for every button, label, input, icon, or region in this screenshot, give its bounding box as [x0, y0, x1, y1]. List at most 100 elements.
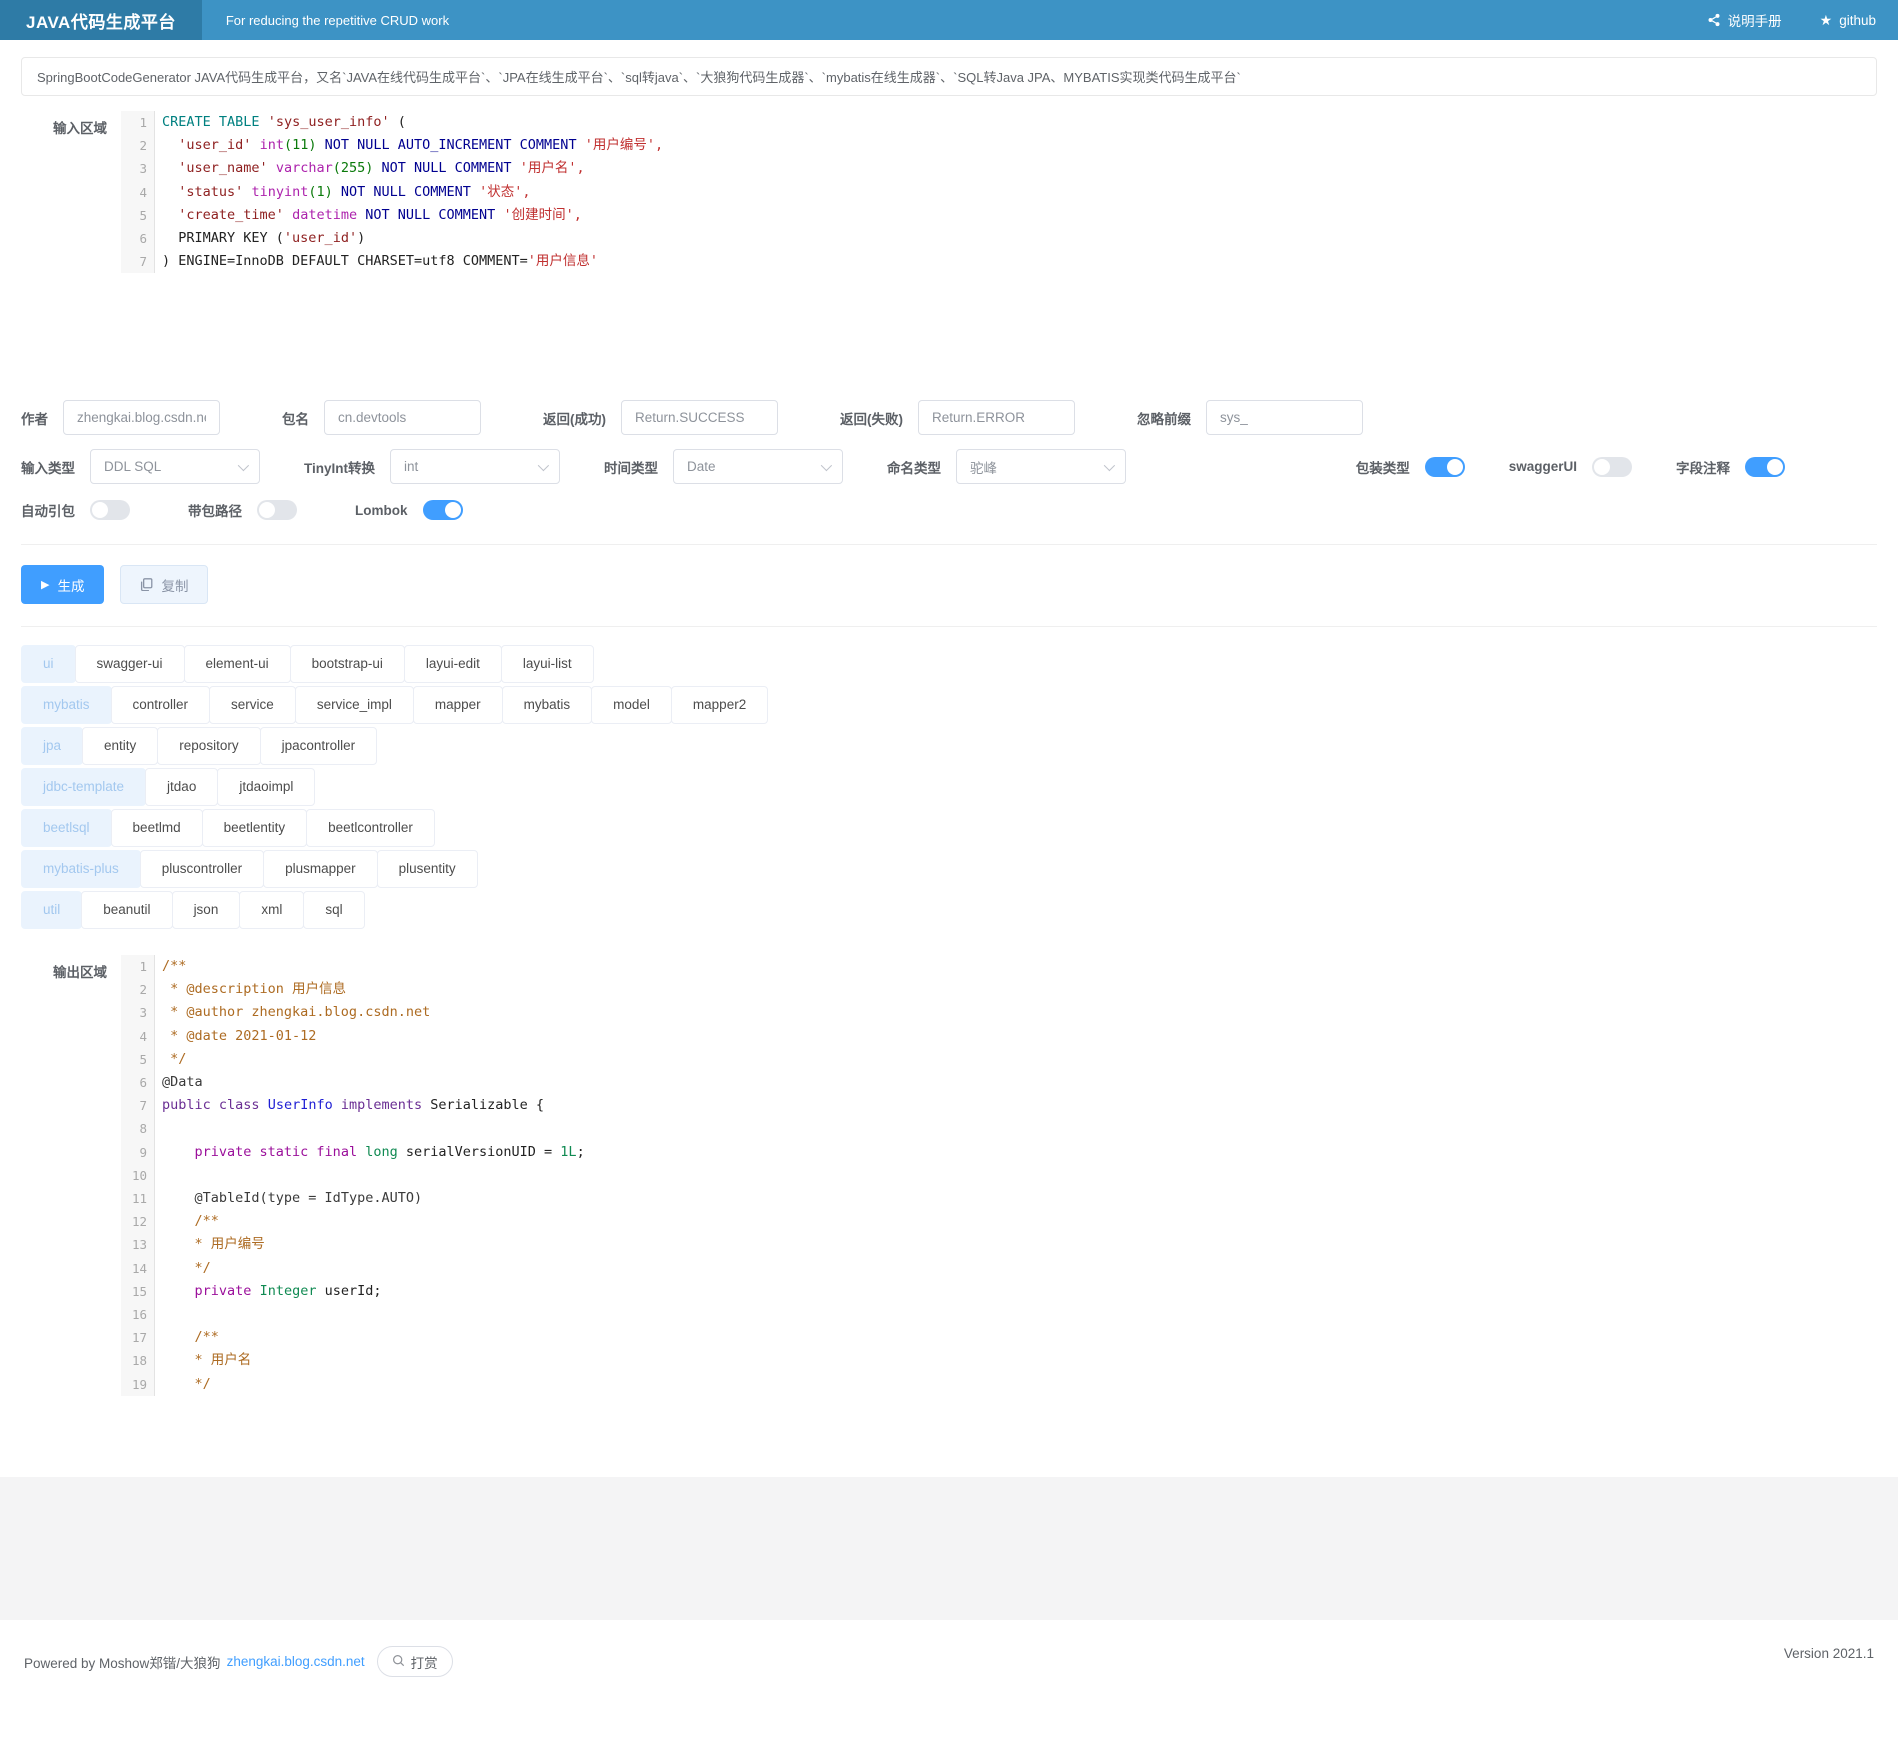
return-success-label: 返回(成功) — [543, 408, 606, 428]
tinyint-convert-label: TinyInt转换 — [304, 457, 375, 477]
with-package-path-toggle[interactable] — [257, 500, 297, 520]
tab-layui-edit[interactable]: layui-edit — [404, 645, 502, 683]
tab-repository[interactable]: repository — [157, 727, 260, 765]
code-text: CREATE TABLE 'sys_user_info' ( — [155, 111, 406, 134]
tab-sql[interactable]: sql — [303, 891, 364, 929]
naming-type-select[interactable]: 驼峰 — [956, 449, 1126, 484]
return-error-input[interactable] — [918, 400, 1075, 435]
tab-beetlcontroller[interactable]: beetlcontroller — [306, 809, 435, 847]
return-success-input[interactable] — [621, 400, 778, 435]
input-type-select[interactable]: DDL SQL — [90, 449, 260, 484]
input-editor[interactable]: 1CREATE TABLE 'sys_user_info' (2 'user_i… — [121, 111, 1877, 379]
code-line: 12 /** — [121, 1210, 1877, 1233]
tab-lead-mybatis-plus[interactable]: mybatis-plus — [21, 850, 141, 888]
github-link[interactable]: ★ github — [1820, 12, 1876, 29]
line-number: 2 — [121, 978, 155, 1001]
tab-lead-jdbc-template[interactable]: jdbc-template — [21, 768, 146, 806]
code-text: private static final long serialVersionU… — [155, 1141, 585, 1164]
code-line: 9 private static final long serialVersio… — [121, 1141, 1877, 1164]
wrap-type-toggle[interactable] — [1425, 457, 1465, 477]
line-number: 1 — [121, 955, 155, 978]
tab-controller[interactable]: controller — [111, 686, 211, 724]
code-text: 'create_time' datetime NOT NULL COMMENT … — [155, 204, 582, 227]
code-line: 5 'create_time' datetime NOT NULL COMMEN… — [121, 204, 1877, 227]
tab-layui-list[interactable]: layui-list — [501, 645, 594, 683]
share-icon — [1707, 13, 1721, 27]
tab-model[interactable]: model — [591, 686, 672, 724]
code-text — [155, 1117, 170, 1140]
package-input[interactable] — [324, 400, 481, 435]
code-text: * 用户编号 — [155, 1233, 265, 1256]
tab-bootstrap-ui[interactable]: bootstrap-ui — [290, 645, 405, 683]
tab-entity[interactable]: entity — [82, 727, 158, 765]
form-row-3: 自动引包 带包路径 Lombok — [21, 500, 1877, 520]
code-text: */ — [155, 1048, 186, 1071]
donate-button[interactable]: 打赏 — [377, 1646, 453, 1677]
tab-json[interactable]: json — [172, 891, 241, 929]
line-number: 1 — [121, 111, 155, 134]
tab-beetlmd[interactable]: beetlmd — [111, 809, 203, 847]
code-line: 7public class UserInfo implements Serial… — [121, 1094, 1877, 1117]
swagger-ui-toggle[interactable] — [1592, 457, 1632, 477]
tab-element-ui[interactable]: element-ui — [184, 645, 291, 683]
tab-beetlentity[interactable]: beetlentity — [202, 809, 308, 847]
tab-service_impl[interactable]: service_impl — [295, 686, 414, 724]
line-number: 2 — [121, 134, 155, 157]
copy-icon — [140, 578, 153, 591]
code-line: 3 'user_name' varchar(255) NOT NULL COMM… — [121, 157, 1877, 180]
code-line: 5 */ — [121, 1048, 1877, 1071]
tab-row: jdbc-templatejtdaojtdaoimpl — [21, 768, 1877, 806]
tab-jtdaoimpl[interactable]: jtdaoimpl — [217, 768, 315, 806]
tab-lead-mybatis[interactable]: mybatis — [21, 686, 112, 724]
line-number: 3 — [121, 157, 155, 180]
line-number: 5 — [121, 1048, 155, 1071]
time-type-select[interactable]: Date — [673, 449, 843, 484]
tab-plusmapper[interactable]: plusmapper — [263, 850, 378, 888]
action-bar: ▶ 生成 复制 — [21, 544, 1877, 627]
code-text: /** — [155, 1210, 219, 1233]
lombok-toggle[interactable] — [423, 500, 463, 520]
line-number: 16 — [121, 1303, 155, 1326]
code-text: 'user_name' varchar(255) NOT NULL COMMEN… — [155, 157, 585, 180]
code-line: 11 @TableId(type = IdType.AUTO) — [121, 1187, 1877, 1210]
tinyint-convert-select[interactable]: int — [390, 449, 560, 484]
with-package-path-label: 带包路径 — [188, 500, 242, 520]
output-editor[interactable]: 1/**2 * @description 用户信息3 * @author zhe… — [121, 955, 1877, 1475]
app-logo: JAVA代码生成平台 — [0, 0, 202, 40]
star-icon: ★ — [1820, 12, 1833, 29]
tab-xml[interactable]: xml — [239, 891, 304, 929]
generate-button[interactable]: ▶ 生成 — [21, 565, 104, 604]
input-type-label: 输入类型 — [21, 457, 75, 477]
auto-import-toggle[interactable] — [90, 500, 130, 520]
code-text: private Integer userId; — [155, 1280, 382, 1303]
copy-button[interactable]: 复制 — [120, 565, 208, 604]
code-text: @Data — [155, 1071, 203, 1094]
tab-beanutil[interactable]: beanutil — [81, 891, 172, 929]
tab-mybatis[interactable]: mybatis — [502, 686, 593, 724]
tab-plusentity[interactable]: plusentity — [377, 850, 478, 888]
tab-lead-ui[interactable]: ui — [21, 645, 76, 683]
tab-swagger-ui[interactable]: swagger-ui — [75, 645, 185, 683]
tab-lead-beetlsql[interactable]: beetlsql — [21, 809, 112, 847]
ignore-prefix-input[interactable] — [1206, 400, 1363, 435]
manual-link[interactable]: 说明手册 — [1707, 10, 1782, 30]
field-comment-toggle[interactable] — [1745, 457, 1785, 477]
code-line: 18 * 用户名 — [121, 1349, 1877, 1372]
tab-lead-jpa[interactable]: jpa — [21, 727, 83, 765]
app-tagline: For reducing the repetitive CRUD work — [226, 13, 449, 28]
tab-mapper2[interactable]: mapper2 — [671, 686, 768, 724]
tab-pluscontroller[interactable]: pluscontroller — [140, 850, 264, 888]
code-line: 16 — [121, 1303, 1877, 1326]
tab-service[interactable]: service — [209, 686, 296, 724]
code-text — [155, 1164, 170, 1187]
line-number: 19 — [121, 1373, 155, 1396]
line-number: 15 — [121, 1280, 155, 1303]
tab-jpacontroller[interactable]: jpacontroller — [260, 727, 378, 765]
tab-jtdao[interactable]: jtdao — [145, 768, 218, 806]
naming-type-label: 命名类型 — [887, 457, 941, 477]
author-input[interactable] — [63, 400, 220, 435]
tab-lead-util[interactable]: util — [21, 891, 82, 929]
auto-import-label: 自动引包 — [21, 500, 75, 520]
tab-mapper[interactable]: mapper — [413, 686, 503, 724]
blog-link[interactable]: zhengkai.blog.csdn.net — [227, 1654, 365, 1669]
